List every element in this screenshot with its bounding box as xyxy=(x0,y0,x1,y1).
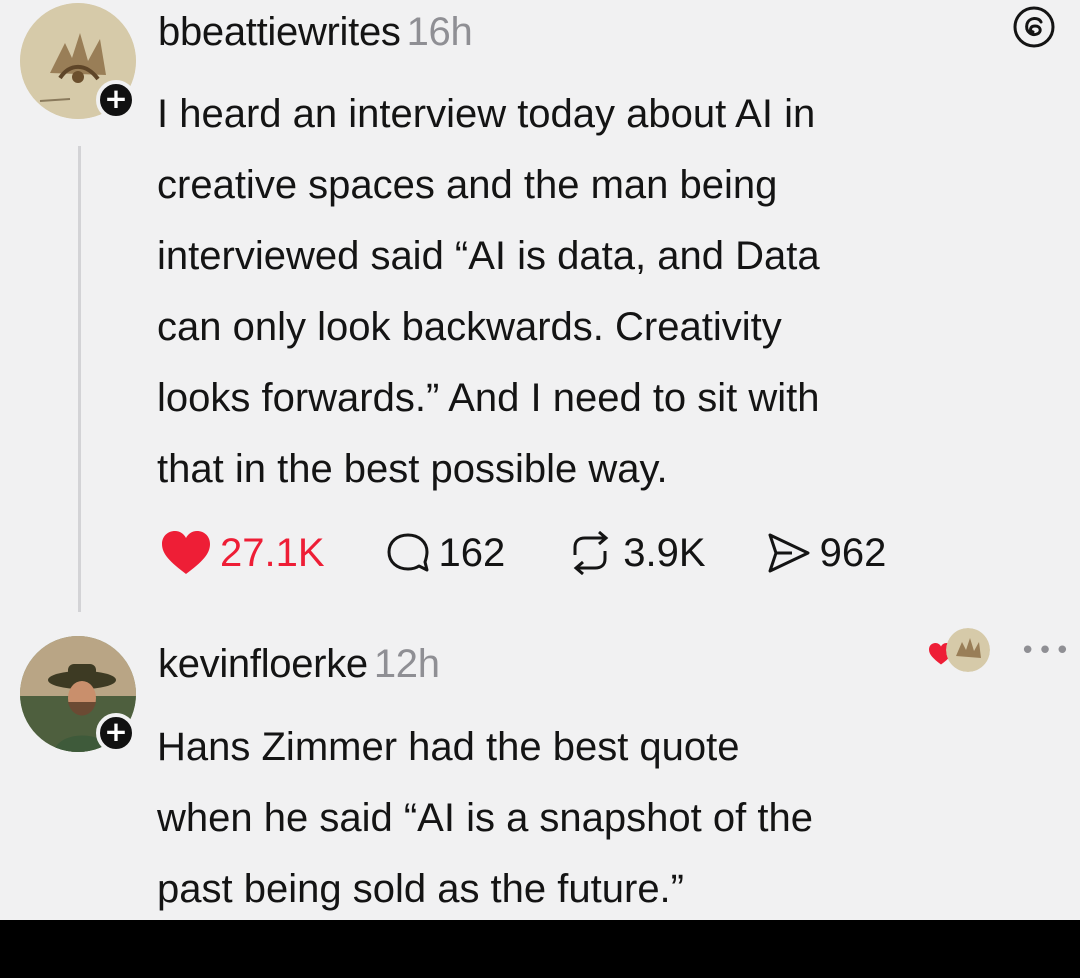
post-text-line: I heard an interview today about AI in xyxy=(157,92,816,136)
reply-username[interactable]: kevinfloerke xyxy=(158,642,368,686)
post-text-line: creative spaces and the man being xyxy=(157,163,778,207)
bottom-black-bar xyxy=(0,920,1080,978)
share-icon xyxy=(768,533,810,573)
threads-logo-icon[interactable] xyxy=(1012,5,1056,49)
author-mini-avatar xyxy=(946,628,990,672)
reply-text-line: Hans Zimmer had the best quote xyxy=(157,725,740,769)
post-text-line: can only look backwards. Creativity xyxy=(157,305,782,349)
post-action-bar: 27.1K 162 3.9K 962 xyxy=(160,525,946,581)
more-options-icon[interactable]: ••• xyxy=(1020,638,1072,664)
reply-text-line: when he said “AI is a snapshot of the xyxy=(157,796,813,840)
repost-count: 3.9K xyxy=(623,530,706,575)
reply-meta-icons: ••• xyxy=(928,628,1070,674)
thread-panel: + bbeattiewrites 16h I heard an interview… xyxy=(0,0,1080,920)
reply-count: 162 xyxy=(438,530,506,575)
post-text-line: that in the best possible way. xyxy=(157,447,668,491)
reply-author-username-row: kevinfloerke 12h xyxy=(158,642,440,687)
post-text-line: looks forwards.” And I need to sit with xyxy=(157,376,820,420)
comment-icon xyxy=(387,533,429,572)
follow-badge-icon[interactable]: + xyxy=(96,80,136,120)
reply-button[interactable]: 162 xyxy=(385,530,506,576)
follow-badge-icon[interactable]: + xyxy=(96,713,136,753)
reply-text-line: past being sold as the future.” xyxy=(157,867,684,911)
like-count: 27.1K xyxy=(220,530,325,575)
threads-screenshot: + bbeattiewrites 16h I heard an interview… xyxy=(0,0,1080,978)
repost-icon xyxy=(573,531,609,575)
reply-body: Hans Zimmer had the best quote when he s… xyxy=(157,712,813,920)
reply-timestamp: 12h xyxy=(373,642,440,686)
post-username[interactable]: bbeattiewrites xyxy=(158,10,401,54)
heart-icon xyxy=(162,531,210,574)
thread-connector-line xyxy=(78,146,81,612)
repost-button[interactable]: 3.9K xyxy=(565,530,706,576)
share-button[interactable]: 962 xyxy=(766,530,887,576)
post-body: I heard an interview today about AI in c… xyxy=(157,79,820,505)
post-text-line: interviewed said “AI is data, and Data xyxy=(157,234,820,278)
like-button[interactable]: 27.1K xyxy=(160,530,325,576)
post-timestamp: 16h xyxy=(406,10,473,54)
share-count: 962 xyxy=(819,530,887,575)
post-author-username-row: bbeattiewrites 16h xyxy=(158,10,473,55)
